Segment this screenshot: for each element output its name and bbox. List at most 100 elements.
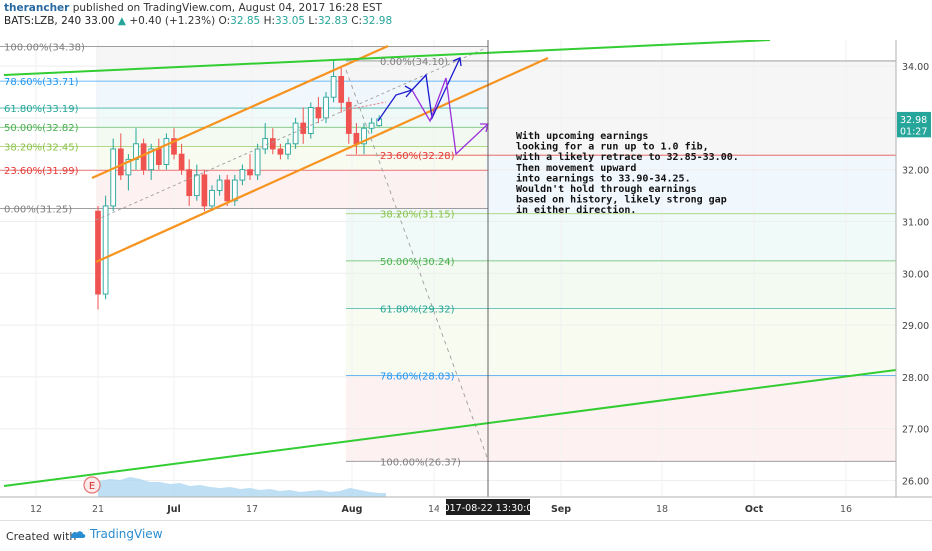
earnings-marker[interactable]: E <box>83 476 101 494</box>
tradingview-label: TradingView <box>90 527 163 541</box>
chart-header: therancher published on TradingView.com,… <box>4 2 392 28</box>
y-tick-label-6: 32.00 <box>902 166 929 177</box>
candle-body-0 <box>95 210 101 295</box>
open-value: 32.85 <box>230 15 261 27</box>
candle-body-30 <box>323 96 329 119</box>
low-label: L: <box>308 15 318 27</box>
fib-right-label-3: 50.00%(30.24) <box>380 257 455 268</box>
earnings-marker-label: E <box>89 481 95 492</box>
candle-body-22 <box>262 138 269 150</box>
fib-left-label-2: 61.80%(33.19) <box>4 104 79 115</box>
fib-left-label-1: 78.60%(33.71) <box>4 77 79 88</box>
high-value: 33.05 <box>275 15 306 27</box>
x-tick-label-6: Sep <box>551 504 571 515</box>
tradingview-link[interactable]: TradingView <box>70 527 163 541</box>
tradingview-cloud-icon <box>70 531 86 538</box>
fib-right-zone-4 <box>346 308 896 376</box>
x-tick-label-3: 17 <box>246 504 258 515</box>
fib-zones <box>96 46 896 462</box>
price-tag-label-1: 01:27 <box>900 126 927 137</box>
fib-left-label-0: 100.00%(34.38) <box>4 42 85 53</box>
candle-body-17 <box>224 179 231 202</box>
close-value: 32.98 <box>362 15 393 27</box>
candle-body-16 <box>216 179 223 191</box>
fib-right-label-4: 61.80%(29.32) <box>380 305 455 316</box>
candle-body-33 <box>345 101 352 134</box>
candle-body-9 <box>163 138 170 165</box>
high-label: H: <box>263 15 276 27</box>
y-tick-label-4: 30.00 <box>902 269 929 280</box>
fib-right-label-2: 38.20%(31.15) <box>380 210 455 221</box>
author-link[interactable]: therancher <box>4 2 69 14</box>
candle-body-20 <box>247 169 253 176</box>
x-tick-label-7: 18 <box>656 504 668 515</box>
x-tick-label-8: Oct <box>745 504 764 515</box>
fib-right-zone-5 <box>346 375 896 462</box>
svg-text:2017-08-22 13:30:00: 2017-08-22 13:30:00 <box>438 503 539 514</box>
y-tick-label-1: 27.00 <box>902 425 929 436</box>
candle-body-8 <box>155 148 162 165</box>
candle-body-15 <box>209 189 215 207</box>
x-tick-label-0: 12 <box>30 504 42 515</box>
fib-left-label-6: 0.00%(31.25) <box>4 205 72 216</box>
fib-right-label-1: 23.60%(32.28) <box>380 151 455 162</box>
candle-body-13 <box>193 174 200 197</box>
fib-right-label-0: 0.00%(34.10) <box>380 57 448 68</box>
x-tick-label-9: 16 <box>840 504 852 515</box>
up-arrow-icon: ▲ <box>117 15 126 27</box>
annotation-line-1: looking for a run up to 1.0 fib, <box>516 141 709 153</box>
publish-info: published on TradingView.com, August 04,… <box>72 2 382 14</box>
close-label: C: <box>351 15 363 27</box>
candle-body-2 <box>110 148 117 207</box>
fib-left-label-3: 50.00%(32.82) <box>4 123 79 134</box>
annotation-line-6: based on history, likely strong gap <box>516 194 727 206</box>
open-label: O: <box>218 15 231 27</box>
crosshair-time-label: 2017-08-22 13:30:00 <box>438 499 539 515</box>
candle-body-36 <box>368 122 375 129</box>
x-tick-label-1: 21 <box>92 504 104 515</box>
fib-left-zone-3 <box>96 127 486 147</box>
candle-body-31 <box>330 76 337 98</box>
annotation-line-5: Wouldn't hold through earnings <box>516 183 697 195</box>
candle-body-21 <box>254 148 261 176</box>
annotation-line-7: in either direction. <box>516 204 636 216</box>
annotation-line-2: with a likely retrace to 32.85-33.00. <box>516 151 739 163</box>
fib-left-label-5: 23.60%(31.99) <box>4 166 79 177</box>
fib-left-zone-5 <box>96 170 486 209</box>
price-chart[interactable]: 100.00%(34.38) 78.60%(33.71) 61.80%(33.19)… <box>0 0 932 520</box>
candle-body-32 <box>338 76 345 103</box>
candle-body-34 <box>353 132 360 145</box>
y-tick-label-8: 34.00 <box>902 62 929 73</box>
candle-body-11 <box>178 153 185 171</box>
created-with-text: Created with <box>6 530 77 543</box>
candle-body-28 <box>307 107 314 134</box>
fib-right-zone-3 <box>346 260 896 309</box>
y-tick-label-3: 29.00 <box>902 321 929 332</box>
y-tick-label-5: 31.00 <box>902 218 929 229</box>
publish-line: therancher published on TradingView.com,… <box>4 2 392 15</box>
candle-body-19 <box>239 169 246 181</box>
annotation-line-4: into earnings to 33.90-34.25. <box>516 172 691 184</box>
y-tick-label-2: 28.00 <box>902 373 929 384</box>
candle-body-29 <box>315 107 322 119</box>
annotation-line-0: With upcoming earnings <box>516 130 648 142</box>
candle-body-23 <box>269 138 276 150</box>
candle-body-24 <box>277 148 284 155</box>
symbol-info: BATS:LZB, 240 33.00 <box>4 15 115 27</box>
footer: Created with TradingView <box>0 520 932 551</box>
symbol-line: BATS:LZB, 240 33.00 ▲ +0.40 (+1.23%) O:3… <box>4 15 392 28</box>
change-value: +0.40 (+1.23%) <box>129 15 216 27</box>
x-tick-label-2: Jul <box>166 504 181 515</box>
fib-left-label-4: 38.20%(32.45) <box>4 142 79 153</box>
candle-body-14 <box>201 174 208 207</box>
candle-body-12 <box>186 169 193 197</box>
candle-body-26 <box>292 122 299 145</box>
fib-right-label-5: 78.60%(28.03) <box>380 371 455 382</box>
fib-right-zone-2 <box>346 213 896 261</box>
candle-body-3 <box>117 148 124 176</box>
candle-body-1 <box>102 205 109 295</box>
y-tick-label-0: 26.00 <box>902 477 929 488</box>
fib-right-label-6: 100.00%(26.37) <box>380 457 461 468</box>
candle-body-25 <box>285 143 291 155</box>
annotation-line-3: Then movement upward <box>516 163 636 174</box>
